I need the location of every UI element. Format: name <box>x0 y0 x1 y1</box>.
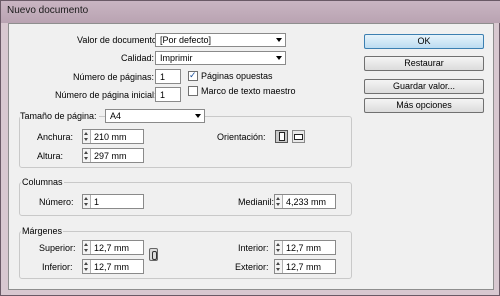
margin-outside-field[interactable]: 12,7 mm <box>274 259 336 274</box>
quality-value: Imprimir <box>160 53 193 63</box>
width-field[interactable]: 210 mm <box>82 129 144 144</box>
height-stepper[interactable] <box>83 149 91 162</box>
master-text-frame-label: Marco de texto maestro <box>201 86 296 96</box>
margin-outside-label: Exterior: <box>235 262 269 272</box>
page-size-value: A4 <box>110 111 122 121</box>
margin-bottom-stepper[interactable] <box>83 260 91 273</box>
gutter-field[interactable]: 4,233 mm <box>274 194 336 209</box>
gutter-label: Medianil: <box>238 197 275 207</box>
arrow-up-icon <box>84 197 88 200</box>
margin-inside-value: 12,7 mm <box>286 243 322 253</box>
width-label: Anchura: <box>37 132 74 142</box>
start-page-field[interactable]: 1 <box>155 87 181 102</box>
margin-bottom-value: 12,7 mm <box>94 262 130 272</box>
arrow-down-icon <box>84 157 88 160</box>
margin-top-label: Superior: <box>39 243 76 253</box>
start-page-value: 1 <box>160 90 166 100</box>
title-bar[interactable]: Nuevo documento <box>1 1 500 23</box>
new-document-dialog: Nuevo documento Valor de documento: [Por… <box>0 0 500 296</box>
quality-select[interactable]: Imprimir <box>155 51 286 65</box>
height-field[interactable]: 297 mm <box>82 148 144 163</box>
preset-label: Valor de documento: <box>77 35 160 45</box>
preset-select[interactable]: [Por defecto] <box>155 33 286 47</box>
arrow-up-icon <box>84 262 88 265</box>
gutter-value: 4,233 mm <box>286 197 327 207</box>
chevron-down-icon <box>195 114 201 118</box>
arrow-down-icon <box>276 203 280 206</box>
margin-inside-label: Interior: <box>238 243 269 253</box>
arrow-down-icon <box>84 203 88 206</box>
window-title: Nuevo documento <box>7 5 89 16</box>
margin-top-stepper[interactable] <box>83 241 91 254</box>
orientation-label: Orientación: <box>217 132 266 142</box>
save-preset-button[interactable]: Guardar valor... <box>364 79 484 94</box>
width-value: 210 mm <box>94 132 127 142</box>
portrait-page-icon <box>279 132 285 141</box>
margin-inside-field[interactable]: 12,7 mm <box>274 240 336 255</box>
start-page-label: Número de página inicial: <box>55 90 157 100</box>
facing-pages-label: Páginas opuestas <box>201 71 273 81</box>
page-count-field[interactable]: 1 <box>155 69 181 84</box>
margin-outside-value: 12,7 mm <box>286 262 322 272</box>
height-label: Altura: <box>37 151 64 161</box>
dialog-body: Valor de documento: [Por defecto] Calida… <box>8 23 494 290</box>
column-number-field[interactable]: 1 <box>82 194 144 209</box>
height-value: 297 mm <box>94 151 127 161</box>
margin-bottom-label: Inferior: <box>42 262 73 272</box>
page-count-label: Número de páginas: <box>73 72 155 82</box>
width-stepper[interactable] <box>83 130 91 143</box>
preset-value: [Por defecto] <box>160 35 212 45</box>
arrow-up-icon <box>276 197 280 200</box>
margin-inside-stepper[interactable] <box>275 241 283 254</box>
page-size-label: Tamaño de página: <box>20 111 99 122</box>
column-number-label: Número: <box>39 197 74 207</box>
arrow-down-icon <box>84 138 88 141</box>
column-number-value: 1 <box>94 197 100 207</box>
page-size-select[interactable]: A4 <box>105 109 205 123</box>
margin-outside-stepper[interactable] <box>275 260 283 273</box>
arrow-down-icon <box>84 268 88 271</box>
master-text-frame-checkbox[interactable] <box>188 86 198 96</box>
facing-pages-checkbox[interactable] <box>188 70 198 81</box>
link-icon[interactable] <box>149 248 158 261</box>
margins-title: Márgenes <box>21 226 64 237</box>
orientation-portrait-button[interactable] <box>275 130 288 143</box>
arrow-up-icon <box>276 243 280 246</box>
column-number-stepper[interactable] <box>83 195 91 208</box>
arrow-down-icon <box>276 268 280 271</box>
arrow-up-icon <box>276 262 280 265</box>
more-options-button[interactable]: Más opciones <box>364 98 484 113</box>
orientation-landscape-button[interactable] <box>292 130 305 143</box>
gutter-stepper[interactable] <box>275 195 283 208</box>
ok-button[interactable]: OK <box>364 34 484 49</box>
arrow-up-icon <box>84 151 88 154</box>
arrow-down-icon <box>276 249 280 252</box>
arrow-up-icon <box>84 132 88 135</box>
margin-bottom-field[interactable]: 12,7 mm <box>82 259 144 274</box>
page-count-value: 1 <box>160 72 166 82</box>
landscape-page-icon <box>294 134 303 140</box>
arrow-up-icon <box>84 243 88 246</box>
quality-label: Calidad: <box>121 53 155 63</box>
margin-top-value: 12,7 mm <box>94 243 130 253</box>
columns-title: Columnas <box>21 177 64 188</box>
chevron-down-icon <box>276 56 282 60</box>
reset-button[interactable]: Restaurar <box>364 56 484 71</box>
chevron-down-icon <box>276 38 282 42</box>
margin-top-field[interactable]: 12,7 mm <box>82 240 144 255</box>
arrow-down-icon <box>84 249 88 252</box>
